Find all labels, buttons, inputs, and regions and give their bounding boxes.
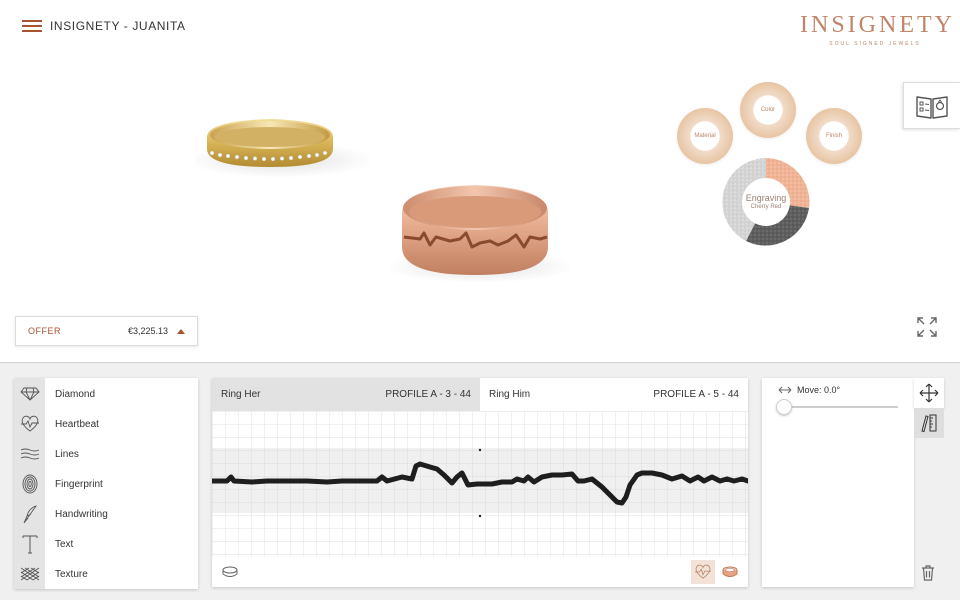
tab-name: Ring Her xyxy=(221,389,261,400)
pattern-item-lines[interactable]: Lines xyxy=(14,439,198,469)
engraving-color-wheel[interactable] xyxy=(722,158,810,246)
lines-icon xyxy=(14,439,45,469)
brand-tagline: SOUL SIGNED JEWELS xyxy=(829,41,921,47)
option-color-label: Color xyxy=(760,107,776,113)
pattern-item-fingerprint[interactable]: Fingerprint xyxy=(14,469,198,499)
pattern-list: Diamond Heartbeat Lines Fingerprint Hand… xyxy=(14,378,198,589)
option-color[interactable]: Color xyxy=(740,82,796,138)
pattern-label: Heartbeat xyxy=(55,418,99,430)
tab-name: Ring Him xyxy=(489,389,531,400)
trash-icon[interactable] xyxy=(919,564,937,582)
move-value-text: Move: 0.0° xyxy=(797,385,841,395)
pattern-label: Texture xyxy=(55,568,88,580)
engraving-editor: Ring Her PROFILE A - 3 - 44 Ring Him PRO… xyxy=(212,378,748,587)
ring-profile-icon[interactable] xyxy=(220,564,240,580)
pattern-item-text[interactable]: Text xyxy=(14,529,198,559)
tab-profile: PROFILE A - 3 - 44 xyxy=(385,389,471,400)
horizontal-arrows-icon xyxy=(778,386,792,394)
catalog-book-icon xyxy=(916,95,948,119)
tab-ring-him[interactable]: Ring Him PROFILE A - 5 - 44 xyxy=(480,378,748,411)
option-material-label: Material xyxy=(694,133,716,139)
ring-viewer[interactable]: INSIGNETY - JUANITA INSIGNETY SOUL SIGNE… xyxy=(0,0,960,363)
option-finish-label: Finish xyxy=(825,133,842,139)
hamburger-menu-icon[interactable] xyxy=(22,18,42,36)
move-label: Move: 0.0° xyxy=(778,385,840,395)
pattern-label: Lines xyxy=(55,448,79,460)
brand-name: INSIGNETY xyxy=(800,12,955,38)
heartbeat-icon xyxy=(14,409,45,439)
pattern-label: Handwriting xyxy=(55,508,108,520)
caret-up-icon xyxy=(177,328,185,334)
pattern-label: Text xyxy=(55,538,74,550)
move-slider-track[interactable] xyxy=(784,406,898,408)
draw-tool-button[interactable] xyxy=(914,408,944,438)
pattern-item-diamond[interactable]: Diamond xyxy=(14,379,198,409)
offer-bar[interactable]: OFFER €3,225.13 xyxy=(15,316,198,346)
transform-panel: Move: 0.0° xyxy=(762,378,914,587)
pattern-label: Diamond xyxy=(55,388,96,400)
engraving-canvas[interactable] xyxy=(212,411,748,557)
option-material[interactable]: Material xyxy=(677,108,733,164)
option-finish[interactable]: Finish xyxy=(806,108,862,164)
move-slider-thumb[interactable] xyxy=(776,399,792,415)
app-title: INSIGNETY - JUANITA xyxy=(50,19,186,33)
pattern-label: Fingerprint xyxy=(55,478,103,490)
move-tool-button[interactable] xyxy=(914,378,944,408)
offer-label: OFFER xyxy=(28,326,61,336)
offer-price: €3,225.13 xyxy=(127,326,168,336)
pencil-ruler-icon xyxy=(921,414,937,433)
pattern-item-handwriting[interactable]: Handwriting xyxy=(14,499,198,529)
brand-logo: INSIGNETY SOUL SIGNED JEWELS xyxy=(800,12,955,47)
ring-color-icon[interactable] xyxy=(720,564,740,580)
feather-icon xyxy=(14,499,45,529)
pattern-item-heartbeat[interactable]: Heartbeat xyxy=(14,409,198,439)
ring-her-render[interactable] xyxy=(195,105,385,185)
pattern-item-texture[interactable]: Texture xyxy=(14,559,198,589)
tab-profile: PROFILE A - 5 - 44 xyxy=(653,389,739,400)
fullscreen-expand-icon[interactable] xyxy=(916,316,938,338)
fingerprint-icon xyxy=(14,469,45,499)
diamond-icon xyxy=(14,379,45,409)
editor-footer xyxy=(212,557,748,587)
texture-icon xyxy=(14,559,45,589)
move-arrows-icon xyxy=(919,383,939,403)
ring-him-render[interactable] xyxy=(390,175,570,285)
heartbeat-layer-icon[interactable] xyxy=(691,560,715,584)
catalog-book-button[interactable] xyxy=(903,82,960,129)
tab-ring-her[interactable]: Ring Her PROFILE A - 3 - 44 xyxy=(212,378,480,411)
text-icon xyxy=(14,529,45,559)
